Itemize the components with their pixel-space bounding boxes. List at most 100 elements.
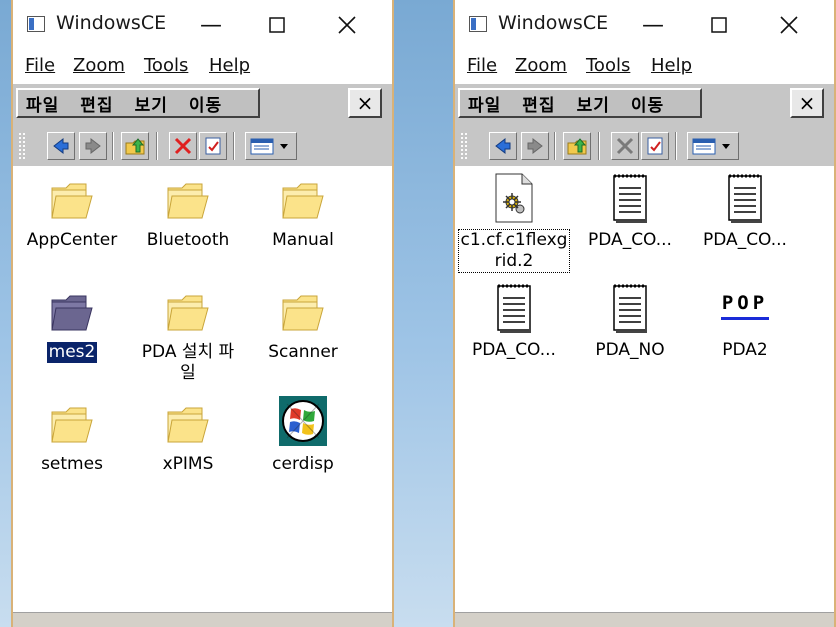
- menu-help[interactable]: Help: [651, 55, 692, 76]
- item-label: Bluetooth: [146, 230, 230, 250]
- pop-logo-underline: [721, 317, 769, 320]
- menu-edit-ko[interactable]: 편집: [80, 91, 113, 116]
- pop-logo-icon: POP: [715, 282, 775, 334]
- menu-tools[interactable]: Tools: [586, 55, 630, 76]
- folder-icon: [167, 183, 209, 219]
- up-folder-button[interactable]: [563, 132, 591, 160]
- list-item[interactable]: PDA_CO...: [687, 172, 803, 251]
- toolbar: [13, 126, 392, 166]
- list-item[interactable]: Manual: [245, 178, 361, 251]
- list-item[interactable]: mes2: [14, 290, 130, 364]
- folder-icon: [282, 183, 324, 219]
- list-item[interactable]: c1.cf.c1flexg rid.2: [456, 172, 572, 273]
- menu-go-ko[interactable]: 이동: [631, 91, 664, 116]
- menu-edit-ko[interactable]: 편집: [522, 91, 555, 116]
- menu-zoom[interactable]: Zoom: [515, 55, 567, 76]
- maximize-button[interactable]: [257, 8, 297, 42]
- up-folder-button[interactable]: [121, 132, 149, 160]
- up-folder-icon: [125, 138, 145, 155]
- korean-menu-bar: 파일 편집 보기 이동: [458, 88, 702, 118]
- forward-arrow-icon: [527, 137, 543, 155]
- list-item[interactable]: PDA_CO...: [572, 172, 688, 251]
- command-bar-close-button[interactable]: ×: [790, 88, 824, 118]
- properties-check-icon: [205, 137, 221, 155]
- list-item[interactable]: xPIMS: [130, 402, 246, 475]
- forward-arrow-icon: [85, 137, 101, 155]
- item-label: setmes: [41, 454, 103, 474]
- list-item[interactable]: AppCenter: [14, 178, 130, 251]
- notepad-icon: [613, 284, 647, 333]
- right-explorer-window: WindowsCE — File Zoom Tools Help 파일 편집 보…: [453, 0, 836, 627]
- menu-file-ko[interactable]: 파일: [468, 91, 501, 116]
- folder-icon: [282, 295, 324, 331]
- toolbar-separator: [554, 132, 556, 160]
- list-item[interactable]: setmes: [14, 402, 130, 475]
- close-window-button[interactable]: [327, 8, 367, 42]
- menu-file[interactable]: File: [25, 55, 55, 76]
- command-bar: 파일 편집 보기 이동 ×: [13, 84, 392, 126]
- forward-button[interactable]: [521, 132, 549, 160]
- bottom-edge: [13, 612, 392, 627]
- folder-icon: [51, 183, 93, 219]
- back-arrow-icon: [495, 137, 511, 155]
- delete-button[interactable]: [169, 132, 197, 160]
- title-bar[interactable]: WindowsCE —: [455, 0, 834, 50]
- item-label: PDA_NO: [595, 340, 665, 360]
- maximize-icon: [269, 17, 285, 33]
- toolbar-separator: [233, 132, 235, 160]
- view-mode-dropdown[interactable]: [245, 132, 297, 160]
- command-bar-close-button[interactable]: ×: [348, 88, 382, 118]
- item-label: PDA_CO...: [703, 230, 787, 250]
- menu-file[interactable]: File: [467, 55, 497, 76]
- toolbar-separator: [598, 132, 600, 160]
- menu-go-ko[interactable]: 이동: [189, 91, 222, 116]
- list-item[interactable]: cerdisp: [245, 394, 361, 475]
- menu-bar: File Zoom Tools Help: [455, 52, 834, 82]
- toolbar-grip[interactable]: [460, 132, 468, 160]
- back-button[interactable]: [47, 132, 75, 160]
- menu-zoom[interactable]: Zoom: [73, 55, 125, 76]
- left-explorer-window: WindowsCE — File Zoom Tools Help 파일 편집 보…: [11, 0, 394, 627]
- list-item[interactable]: PDA 설치 파 일: [130, 290, 246, 384]
- title-bar[interactable]: WindowsCE —: [13, 0, 392, 50]
- view-mode-dropdown[interactable]: [687, 132, 739, 160]
- item-label: xPIMS: [162, 454, 214, 474]
- back-arrow-icon: [53, 137, 69, 155]
- view-mode-icon: [692, 138, 730, 155]
- notepad-icon: [728, 174, 762, 223]
- view-mode-icon: [250, 138, 288, 155]
- properties-button[interactable]: [641, 132, 669, 160]
- close-window-button[interactable]: [769, 8, 809, 42]
- list-item[interactable]: Scanner: [245, 290, 361, 363]
- toolbar-grip[interactable]: [18, 132, 26, 160]
- list-item[interactable]: Bluetooth: [130, 178, 246, 251]
- list-item[interactable]: PDA_CO...: [456, 282, 572, 361]
- minimize-button[interactable]: —: [633, 8, 673, 42]
- item-label: PDA_CO...: [472, 340, 556, 360]
- menu-tools[interactable]: Tools: [144, 55, 188, 76]
- back-button[interactable]: [489, 132, 517, 160]
- list-item[interactable]: PDA_NO: [572, 282, 688, 361]
- delete-button[interactable]: [611, 132, 639, 160]
- list-item[interactable]: POP PDA2: [687, 282, 803, 361]
- properties-button[interactable]: [199, 132, 227, 160]
- file-list: AppCenter Bluetooth Manual mes2 PDA 설치 파…: [13, 168, 392, 613]
- forward-button[interactable]: [79, 132, 107, 160]
- bottom-edge: [455, 612, 834, 627]
- menu-help[interactable]: Help: [209, 55, 250, 76]
- window-app-icon: [469, 16, 487, 32]
- menu-view-ko[interactable]: 보기: [135, 91, 168, 116]
- gear-document-icon: [495, 173, 533, 223]
- command-bar: 파일 편집 보기 이동 ×: [455, 84, 834, 126]
- minimize-button[interactable]: —: [191, 8, 231, 42]
- maximize-button[interactable]: [699, 8, 739, 42]
- maximize-icon: [711, 17, 727, 33]
- properties-check-icon: [647, 137, 663, 155]
- window-title: WindowsCE: [498, 12, 609, 34]
- menu-file-ko[interactable]: 파일: [26, 91, 59, 116]
- window-app-icon: [27, 16, 45, 32]
- toolbar: [455, 126, 834, 166]
- notepad-icon: [613, 174, 647, 223]
- menu-view-ko[interactable]: 보기: [577, 91, 610, 116]
- item-label: PDA2: [722, 340, 768, 360]
